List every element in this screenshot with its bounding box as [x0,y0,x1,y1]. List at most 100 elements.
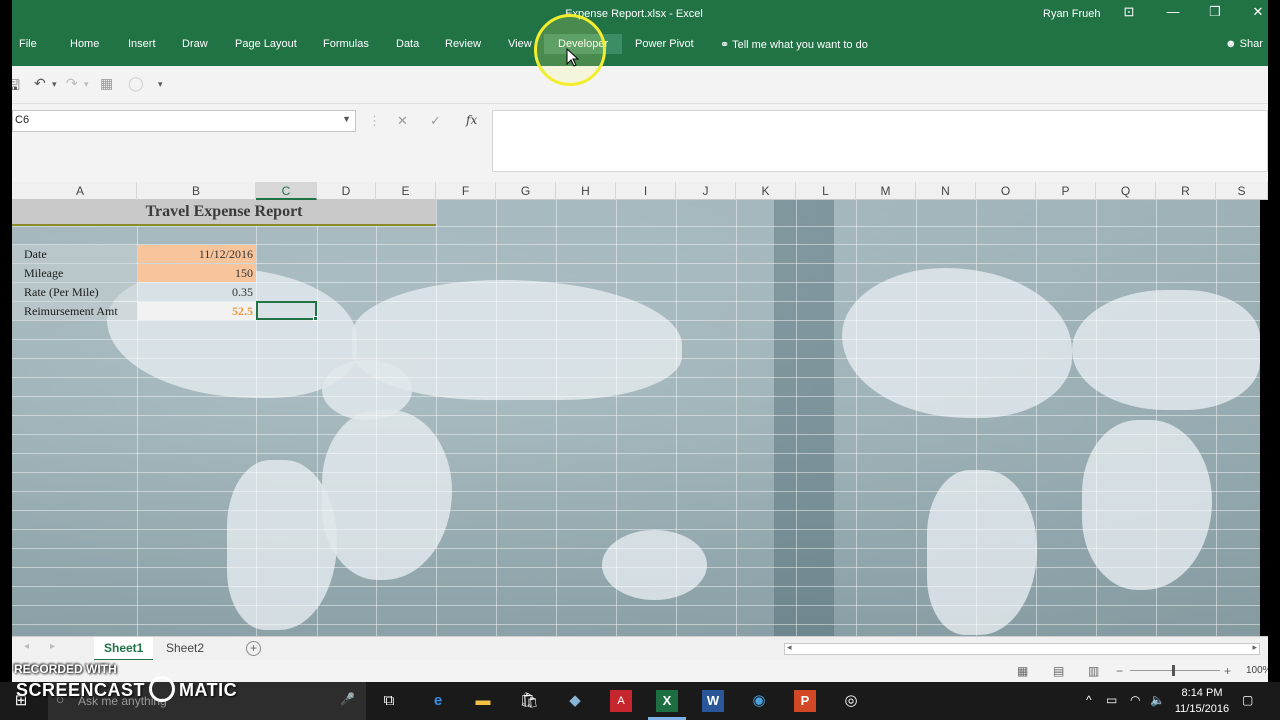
scroll-right-icon[interactable]: ▸ [1252,642,1257,653]
column-header-e[interactable]: E [376,182,436,200]
word-icon[interactable]: W [702,690,724,712]
formula-bar: C6 ▼ ⋮ ✕ ✓ fx [0,104,1268,182]
name-box[interactable]: C6 ▼ [12,110,356,132]
sheet-tab-sheet2[interactable]: Sheet2 [156,637,214,661]
date-value-cell[interactable]: 11/12/2016 [138,245,256,263]
map-south-america-2 [927,470,1037,635]
page-layout-view-icon[interactable]: ▤ [1053,664,1064,678]
column-header-r[interactable]: R [1156,182,1216,200]
restore-button[interactable]: ❐ [1200,4,1230,20]
user-name[interactable]: Ryan Frueh [1043,8,1100,20]
show-hidden-icons-icon[interactable]: ^ [1086,693,1092,707]
form-icon[interactable]: ▦ [100,75,113,92]
column-header-q[interactable]: Q [1096,182,1156,200]
volume-icon[interactable]: 🔈 [1150,693,1165,707]
column-header-h[interactable]: H [556,182,616,200]
report-title-cell[interactable]: Travel Expense Report [12,200,436,226]
column-header-o[interactable]: O [976,182,1036,200]
report-title: Travel Expense Report [145,203,303,220]
column-header-l[interactable]: L [796,182,856,200]
edge-browser-icon[interactable]: e [427,690,449,712]
tab-insert[interactable]: Insert [128,38,156,50]
tab-file[interactable]: File [19,38,37,50]
battery-icon[interactable]: ▭ [1106,693,1117,707]
excel-icon[interactable]: X [656,690,678,712]
map-africa-2 [1082,420,1212,590]
tab-home[interactable]: Home [70,38,99,50]
column-headers: A B C D E F G H I J K L M N O P Q R S [0,182,1268,200]
add-sheet-button[interactable]: + [246,641,261,656]
screencast-app-icon[interactable]: ◎ [840,690,862,712]
tab-draw[interactable]: Draw [182,38,208,50]
notifications-icon[interactable]: ▢ [1242,693,1253,707]
acrobat-icon[interactable]: A [610,690,632,712]
customize-toolbar-icon[interactable]: ▾ [158,79,163,90]
zoom-in-icon[interactable]: + [1224,664,1231,678]
rate-value-cell[interactable]: 0.35 [138,283,256,301]
wifi-icon[interactable]: ◠ [1130,693,1140,707]
column-header-j[interactable]: J [676,182,736,200]
person-icon: ☻ [1225,38,1237,50]
scroll-left-icon[interactable]: ◂ [787,642,792,653]
circle-icon[interactable]: ◯ [128,75,144,92]
column-header-p[interactable]: P [1036,182,1096,200]
column-header-n[interactable]: N [916,182,976,200]
scrollbar-thumb[interactable] [801,645,1221,653]
formula-input[interactable] [492,110,1268,172]
tab-power-pivot[interactable]: Power Pivot [635,38,694,50]
insert-function-icon[interactable]: fx [466,113,477,127]
page-break-view-icon[interactable]: ▥ [1088,664,1099,678]
undo-dropdown-icon[interactable]: ▾ [52,79,57,90]
store-icon[interactable]: 🛍 [518,690,540,712]
redo-icon[interactable]: ↷ [66,75,78,92]
tab-formulas[interactable]: Formulas [323,38,369,50]
zoom-slider-knob[interactable] [1172,665,1175,676]
sheet-tab-sheet1[interactable]: Sheet1 [94,637,154,661]
zoom-slider[interactable] [1130,670,1220,671]
normal-view-icon[interactable]: ▦ [1017,664,1028,678]
cancel-icon[interactable]: ✕ [397,113,408,129]
redo-dropdown-icon[interactable]: ▾ [84,79,89,90]
column-header-c[interactable]: C [256,182,317,200]
sheet-prev-icon[interactable]: ◂ [24,641,29,652]
column-header-k[interactable]: K [736,182,796,200]
tab-data[interactable]: Data [396,38,419,50]
mileage-label: Mileage [24,266,64,280]
microphone-icon[interactable]: 🎤 [340,692,355,706]
ribbon-display-options-button[interactable]: ⊡ [1114,4,1144,20]
column-header-a[interactable]: A [24,182,137,200]
share-button[interactable]: ☻ Shar [1225,38,1263,50]
tab-page-layout[interactable]: Page Layout [235,38,297,50]
column-header-d[interactable]: D [317,182,376,200]
undo-icon[interactable]: ↶ [34,75,46,92]
minimize-button[interactable]: — [1158,4,1188,19]
zoom-out-icon[interactable]: − [1116,664,1123,678]
tell-me-search[interactable]: ⚭ Tell me what you want to do [720,38,868,51]
taskbar-clock[interactable]: 8:14 PM 11/15/2016 [1170,685,1234,717]
active-cell-c6[interactable] [256,301,317,320]
map-africa [322,410,452,580]
sheet-next-icon[interactable]: ▸ [50,641,55,652]
enter-icon[interactable]: ✓ [430,113,441,129]
horizontal-scrollbar[interactable]: ◂ ▸ [784,642,1260,655]
column-header-b[interactable]: B [137,182,256,200]
task-view-icon[interactable]: ⧉ [378,690,400,712]
tab-review[interactable]: Review [445,38,481,50]
mileage-value-cell[interactable]: 150 [138,264,256,282]
column-header-s[interactable]: S [1216,182,1268,200]
chrome-icon[interactable]: ◉ [748,690,770,712]
column-header-m[interactable]: M [856,182,916,200]
watermark-matic: MATIC [179,680,238,700]
reimbursement-value-cell[interactable]: 52.5 [138,302,256,320]
file-explorer-icon[interactable]: ▬ [472,690,494,712]
column-header-g[interactable]: G [496,182,556,200]
column-header-f[interactable]: F [436,182,496,200]
app-icon[interactable]: ◆ [564,690,586,712]
fill-handle[interactable] [313,316,318,321]
column-header-i[interactable]: I [616,182,676,200]
screencast-logo-icon [149,676,176,703]
reimbursement-label: Reimursement Amt [24,304,118,318]
powerpoint-icon[interactable]: P [794,690,816,712]
name-box-dropdown-icon[interactable]: ▼ [342,114,351,124]
tab-view[interactable]: View [508,38,532,50]
